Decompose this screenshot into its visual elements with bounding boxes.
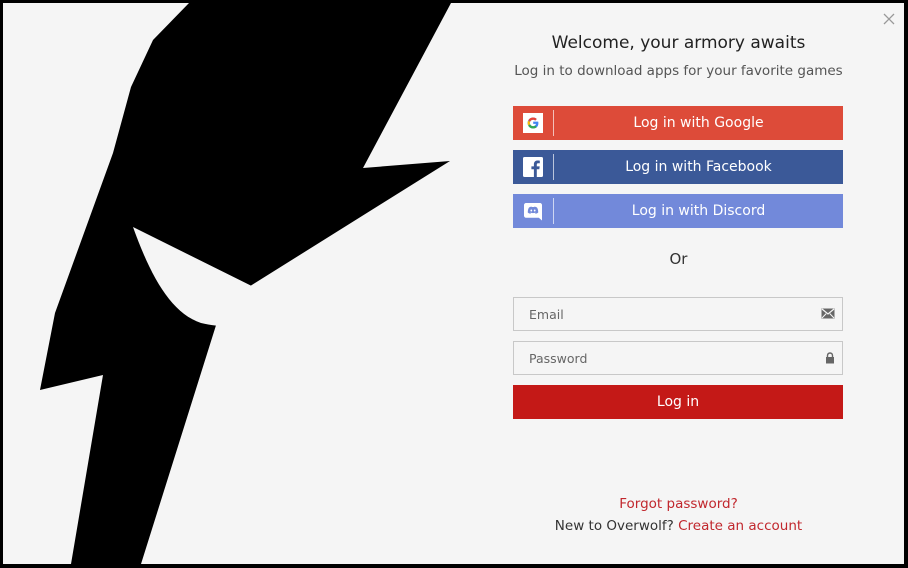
login-button[interactable]: Log in: [513, 385, 843, 419]
email-field-container: [513, 297, 843, 331]
close-icon[interactable]: [881, 11, 897, 27]
page-title: Welcome, your armory awaits: [551, 33, 806, 53]
facebook-login-button[interactable]: Log in with Facebook: [513, 150, 843, 184]
discord-login-label: Log in with Discord: [631, 203, 766, 219]
facebook-login-label: Log in with Facebook: [625, 159, 772, 175]
signup-prompt: New to Overwolf? Create an account: [503, 518, 854, 534]
email-field[interactable]: [514, 298, 819, 330]
create-account-link[interactable]: Create an account: [678, 518, 802, 534]
google-login-label: Log in with Google: [633, 115, 764, 131]
lock-icon: [826, 352, 834, 364]
envelope-icon: [821, 308, 835, 319]
forgot-password-link[interactable]: Forgot password?: [513, 496, 844, 512]
login-window: Welcome, your armory awaits Log in to do…: [3, 3, 904, 564]
password-field-container: [513, 341, 843, 375]
or-divider: Or: [669, 250, 688, 268]
password-field[interactable]: [514, 342, 819, 374]
google-login-button[interactable]: Log in with Google: [513, 106, 843, 140]
discord-login-button[interactable]: Log in with Discord: [513, 194, 843, 228]
discord-icon: [524, 203, 542, 221]
new-user-text: New to Overwolf?: [554, 518, 674, 534]
facebook-icon: [523, 157, 543, 177]
overwolf-wolf-art: [40, 3, 451, 564]
page-subtitle: Log in to download apps for your favorit…: [514, 63, 843, 79]
google-icon: [523, 113, 543, 133]
